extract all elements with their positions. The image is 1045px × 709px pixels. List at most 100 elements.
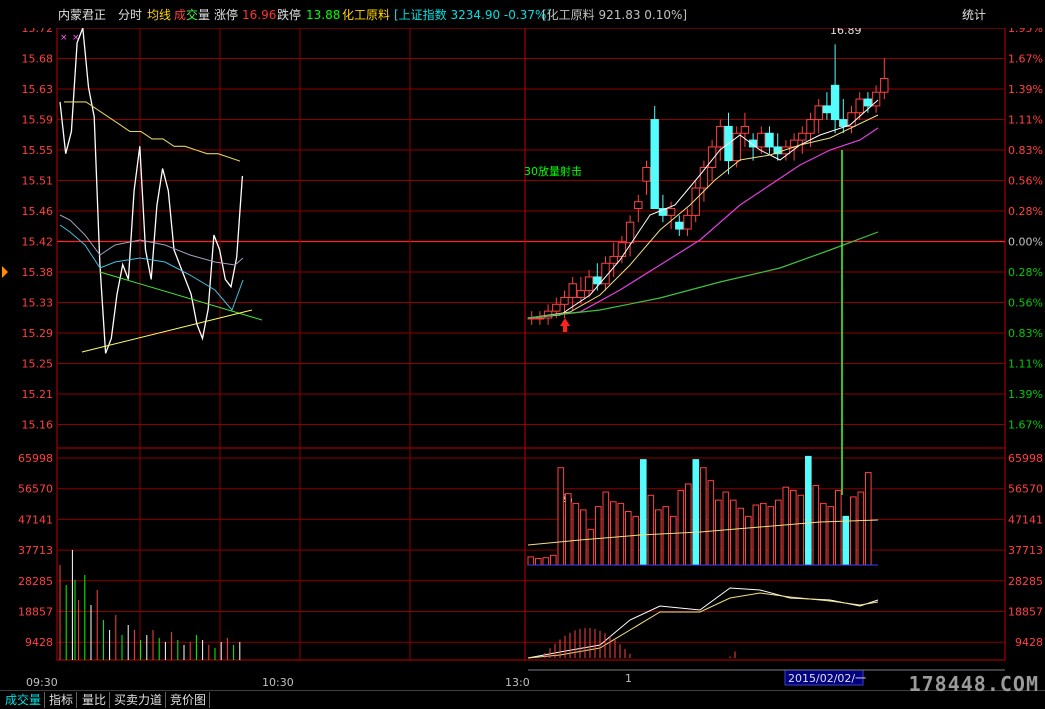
price-tick: 15.68 [22,53,54,66]
candle-body [642,166,651,182]
pct-tick: 0.83% [1008,327,1043,340]
candle-body [798,132,807,141]
kline-volume-bar [632,515,640,566]
kline-volume-bar [767,506,775,566]
tab-volume[interactable]: 成交量 [2,692,46,708]
kline-volume-bar [752,504,760,566]
marker-x: × [72,33,80,43]
price-tick: 15.55 [22,144,54,157]
candle-body [830,84,840,121]
price-tick: 15.33 [22,297,54,310]
candle-body [650,119,659,210]
pct-tick: 1.11% [1008,358,1043,371]
kline-volume-bar [820,502,827,566]
tab-vol-2[interactable]: 交 [186,8,198,22]
tab-timeshare[interactable]: 分时 [118,8,142,22]
limit-down-value: 13.88 [306,8,341,22]
kline-volume-bar [775,499,782,566]
kline-volume-bar [617,502,625,566]
volume-tick-right: 18857 [1008,606,1043,619]
kline-volume-bar [812,485,820,566]
kline-volume-bar [655,509,662,566]
sector-label[interactable]: 化工原料 [342,8,390,22]
candle-body [765,132,774,148]
candle-body [683,214,692,230]
kline-volume-bar [790,489,797,566]
limit-down-label: 跌停 [277,8,302,22]
kline-volume-bar [730,499,737,566]
chart-canvas: 15.7215.6815.6315.5915.5515.5115.4615.42… [2,21,1043,689]
index-quote[interactable]: [上证指数 3234.90 -0.37%] [394,8,551,22]
kline-volume-bar [535,558,542,566]
kline-index-label: 1 [625,672,632,685]
kline-volume-bar [602,491,610,566]
price-tick: 15.51 [22,175,54,188]
tab-ma[interactable]: 均线 [147,8,171,22]
bottom-tab-bar: 成交量 指标 量比 买卖力道 竞价图 [0,690,1045,709]
kline-volume-bar [677,489,685,566]
trend-line-green [99,271,263,321]
kline-volume-bar [707,480,715,566]
intraday-price-line [59,27,244,354]
volume-tick: 65998 [18,452,53,465]
candle-body [880,78,889,93]
price-tick: 15.63 [22,83,54,96]
sector-quote[interactable]: [化工原料 921.83 0.10%] [542,8,687,22]
kline-volume-bar [737,507,745,566]
kline-volume-bar [527,556,535,566]
candle-body [625,221,635,244]
candle-body [716,125,725,148]
tab-vol-1[interactable]: 成 [174,8,186,22]
kline-volume-bar [835,489,842,566]
price-tick: 15.42 [22,236,54,249]
volume-tick-right: 65998 [1008,452,1043,465]
tab-order-book[interactable]: 买卖力道 [111,692,167,708]
candle-body [560,296,569,305]
kline-volume-bar [692,459,700,566]
candle-body [576,290,586,298]
pct-tick: 1.39% [1008,83,1043,96]
candle-body [806,119,815,134]
candle-body [847,112,856,127]
kline-volume-bar [565,493,572,566]
volume-tick: 56570 [18,483,53,496]
candle-body [740,125,750,134]
kline-volume-bar [572,502,580,566]
kline-volume-bar [865,472,872,566]
tab-vol-3[interactable]: 量 [198,8,210,22]
pct-tick: 1.67% [1008,419,1043,432]
pct-tick: 1.67% [1008,53,1043,66]
marker-x: × [60,33,68,43]
kline-volume-bar [557,467,565,566]
ma60-line [527,231,879,319]
price-tick: 15.16 [22,419,54,432]
volume-tick: 28285 [18,575,53,588]
volume-tick-right: 28285 [1008,575,1043,588]
candle-body [675,221,684,230]
tab-indicator[interactable]: 指标 [46,692,78,708]
stock-name[interactable]: 内蒙君正 [58,8,106,22]
tab-volume-ratio[interactable]: 量比 [79,692,111,708]
kline-volume-bar [550,554,557,566]
kline-volume-bar [610,501,617,566]
volume-tick: 37713 [18,544,53,557]
candle-body [814,105,823,121]
limit-up-label: 涨停 [214,8,239,22]
kline-volume-bar [805,455,812,566]
kline-volume-bar [842,515,850,566]
pane-marker-icon [2,266,8,278]
price-tick: 15.59 [22,114,54,127]
kline-volume-bar [760,502,767,566]
site-watermark: 178448.COM [908,672,1039,696]
candle-body [863,98,873,107]
kline-volume-bar [782,486,790,566]
kline-volume-bar [587,528,595,566]
price-tick: 15.21 [22,388,54,401]
stats-button[interactable]: 统计 [962,8,986,22]
candle-body [568,283,577,298]
kline-volume-bar [797,494,805,566]
price-tick: 15.38 [22,266,54,279]
candle-body [748,139,758,148]
kline-volume-bar [595,506,602,566]
tab-auction[interactable]: 竞价图 [167,692,211,708]
